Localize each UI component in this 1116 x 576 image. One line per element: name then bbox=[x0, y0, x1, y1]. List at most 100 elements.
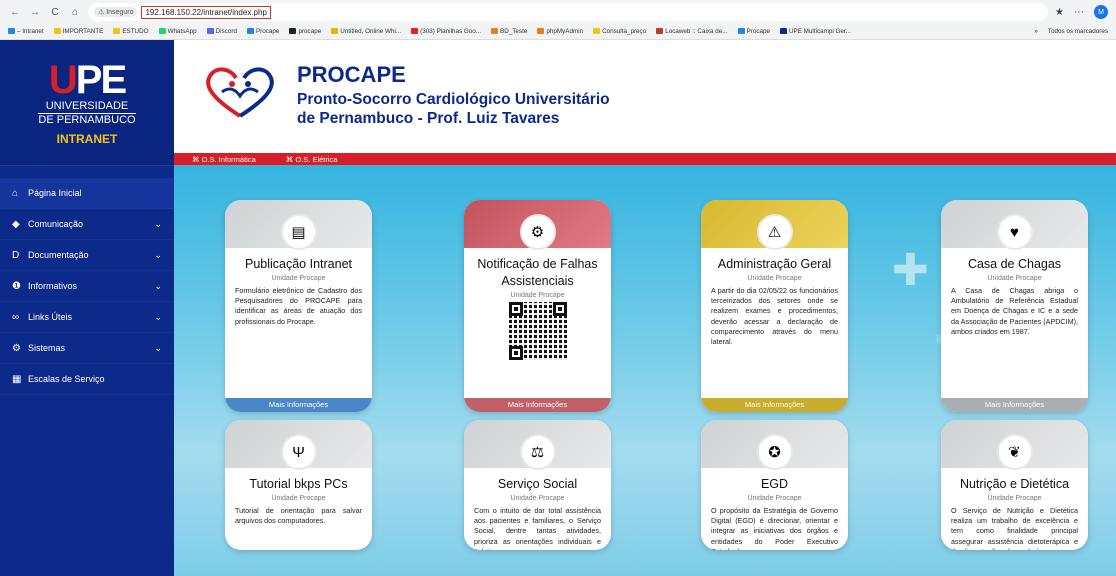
bookmark-item[interactable]: IMPORTANTE bbox=[53, 28, 104, 35]
card-unit: Unidade Procape bbox=[747, 495, 802, 502]
scales-icon: ⚖ bbox=[519, 434, 556, 470]
bookmark-item[interactable]: WhatsApp bbox=[158, 28, 197, 35]
bookmark-item[interactable]: Procape bbox=[737, 28, 770, 35]
card-body: Tutorial de orientação para salvar arqui… bbox=[235, 506, 362, 526]
service-card[interactable]: ♥ Casa de Chagas Unidade Procape A Casa de … bbox=[941, 200, 1088, 412]
url-text[interactable]: 192.168.150.22/intranet/index.php bbox=[141, 5, 271, 19]
bookmark-icon bbox=[8, 28, 15, 35]
card-unit: Unidade Procape bbox=[987, 275, 1042, 282]
os-informatica-link[interactable]: ⌘ O.S. Informática bbox=[192, 155, 256, 164]
bookmark-item[interactable]: Procape bbox=[246, 28, 279, 35]
bookmark-item[interactable]: Consulta_preço bbox=[593, 28, 646, 35]
os-eletrica-link[interactable]: ⌘ O.S. Elétrica bbox=[286, 155, 338, 164]
home-icon[interactable]: ⌂ bbox=[68, 5, 82, 19]
insecure-badge[interactable]: ⚠ Inseguro bbox=[94, 7, 138, 17]
bookmark-item[interactable]: Discord bbox=[206, 28, 237, 35]
back-icon[interactable]: ← bbox=[8, 5, 22, 19]
bookmark-label: UPE Multicampi Ger... bbox=[788, 28, 851, 35]
bookmark-item[interactable]: UPE Multicampi Ger... bbox=[779, 28, 851, 35]
bookmark-icon bbox=[656, 28, 664, 35]
bookmark-icon bbox=[779, 28, 787, 35]
forward-icon[interactable]: → bbox=[28, 5, 42, 19]
bookmark-icon bbox=[491, 28, 499, 35]
bookmark-label: – Intranet bbox=[17, 28, 44, 35]
service-card[interactable]: ✪ EGD Unidade Procape O propósito da Estrat… bbox=[701, 420, 848, 550]
bookmarks-bar: – Intranet IMPORTANTE ESTUDO WhatsApp Discor… bbox=[0, 24, 1116, 40]
service-card[interactable]: Ψ Tutorial bkps PCs Unidade Procape Tutoria… bbox=[225, 420, 372, 550]
sidebar-item-links-uteis[interactable]: ∞ Links Úteis ⌄ bbox=[0, 302, 174, 333]
card-title: Serviço Social bbox=[497, 477, 578, 491]
card-header: Ψ bbox=[225, 420, 372, 470]
bookmark-label: Locaweb :: Caixa de... bbox=[665, 28, 728, 35]
bookmark-item[interactable]: BD_Teste bbox=[491, 28, 527, 35]
card-body: O propósito da Estratégia de Governo Dig… bbox=[711, 506, 838, 550]
bookmark-item[interactable]: ESTUDO bbox=[113, 28, 149, 35]
bookmark-icon bbox=[537, 28, 545, 35]
sidebar-item-sistemas[interactable]: ⚙ Sistemas ⌄ bbox=[0, 333, 174, 364]
more-info-button[interactable]: Mais Informações bbox=[941, 398, 1088, 412]
service-card[interactable]: ⚠ Administração Geral Unidade Procape A par… bbox=[701, 200, 848, 412]
sidebar-item-informativos[interactable]: ❶ Informativos ⌄ bbox=[0, 271, 174, 302]
sidebar-item-label: Sistemas bbox=[28, 343, 66, 353]
card-header: ❦ bbox=[941, 420, 1088, 470]
service-card[interactable]: ▤ Publicação Intranet Unidade Procape Formu… bbox=[225, 200, 372, 412]
bookmark-label: procape bbox=[298, 28, 322, 35]
card-body: Formulário eletrônico de Cadastro dos Pe… bbox=[235, 286, 362, 326]
all-bookmarks-link[interactable]: Todos os marcadores bbox=[1048, 28, 1108, 35]
more-info-button[interactable]: Mais Informações bbox=[464, 398, 611, 412]
address-bar[interactable]: ⚠ Inseguro 192.168.150.22/intranet/index… bbox=[88, 3, 1048, 21]
info-icon: ❶ bbox=[12, 280, 21, 292]
bookmark-label: (303) Planilhas Goo... bbox=[420, 28, 482, 35]
heart-icon: ♥ bbox=[996, 214, 1033, 250]
logo-u: U bbox=[48, 57, 78, 102]
main-content: PROCAPE Pronto-Socorro Cardiológico Univ… bbox=[174, 40, 1116, 576]
chevron-down-icon: ⌄ bbox=[154, 249, 162, 260]
bookmark-label: Discord bbox=[215, 28, 237, 35]
browser-toolbar: ← → C ⌂ ⚠ Inseguro 192.168.150.22/intran… bbox=[0, 0, 1116, 24]
sidebar-item-documentacao[interactable]: D Documentação ⌄ bbox=[0, 240, 174, 271]
sidebar-item-comunicacao[interactable]: ◆ Comunicação ⌄ bbox=[0, 209, 174, 240]
psi-icon: Ψ bbox=[280, 434, 317, 470]
card-header: ♥ bbox=[941, 200, 1088, 250]
extensions-icon[interactable]: ⋯ bbox=[1074, 7, 1084, 18]
star-icon[interactable]: ★ bbox=[1055, 7, 1064, 18]
bookmark-label: WhatsApp bbox=[167, 28, 197, 35]
sidebar-item-escalas-de-servico[interactable]: ▦ Escalas de Serviço bbox=[0, 364, 174, 395]
service-card[interactable]: ⚙ Notificação de Falhas Assistenciais Unid… bbox=[464, 200, 611, 412]
page-subtitle: Pronto-Socorro Cardiológico Universitári… bbox=[297, 90, 610, 128]
bookmark-item[interactable]: – Intranet bbox=[8, 28, 44, 35]
service-card[interactable]: ⚖ Serviço Social Unidade Procape Com o intu… bbox=[464, 420, 611, 550]
subtitle-line1: Pronto-Socorro Cardiológico Universitári… bbox=[297, 91, 610, 108]
bookmark-item[interactable]: Untitled, Online Whi... bbox=[331, 28, 401, 35]
bookmark-item[interactable]: phpMyAdmin bbox=[537, 28, 583, 35]
card-unit: Unidade Procape bbox=[271, 275, 326, 282]
bookmark-icon bbox=[113, 28, 121, 35]
chevron-down-icon: ⌄ bbox=[154, 280, 162, 291]
bookmark-icon bbox=[246, 28, 254, 35]
qr-code[interactable] bbox=[508, 302, 567, 360]
card-header: ▤ bbox=[225, 200, 372, 250]
card-header: ✪ bbox=[701, 420, 848, 470]
bookmark-item[interactable]: (303) Planilhas Goo... bbox=[411, 28, 481, 35]
sidebar-item-label: Links Úteis bbox=[28, 312, 73, 322]
gears-icon: ⚙ bbox=[519, 214, 556, 250]
card-unit: Unidade Procape bbox=[510, 292, 565, 299]
more-info-button[interactable]: Mais Informações bbox=[701, 398, 848, 412]
bookmark-label: IMPORTANTE bbox=[62, 28, 104, 35]
bookmark-item[interactable]: Locaweb :: Caixa de... bbox=[656, 28, 728, 35]
sidebar-item-pagina-inicial[interactable]: ⌂ Página Inicial bbox=[0, 178, 174, 209]
bookmark-item[interactable]: procape bbox=[289, 28, 321, 35]
profile-avatar[interactable]: M bbox=[1094, 5, 1108, 19]
bookmark-icon bbox=[289, 28, 297, 35]
card-header: ⚙ bbox=[464, 200, 611, 250]
bookmark-icon bbox=[158, 28, 166, 35]
card-unit: Unidade Procape bbox=[510, 495, 565, 502]
service-card[interactable]: ❦ Nutrição e Dietética Unidade Procape O Se… bbox=[941, 420, 1088, 550]
upe-logo[interactable]: UPE UNIVERSIDADE DE PERNAMBUCO INTRANET bbox=[0, 40, 174, 166]
warning-icon: ⚠ bbox=[756, 214, 793, 250]
bookmark-label: Consulta_preço bbox=[602, 28, 647, 35]
reload-icon[interactable]: C bbox=[48, 5, 62, 19]
card-body: A partir do dia 02/05/22 os funcionários… bbox=[711, 286, 838, 347]
bookmarks-more-icon[interactable]: » bbox=[1034, 28, 1038, 35]
more-info-button[interactable]: Mais Informações bbox=[225, 398, 372, 412]
